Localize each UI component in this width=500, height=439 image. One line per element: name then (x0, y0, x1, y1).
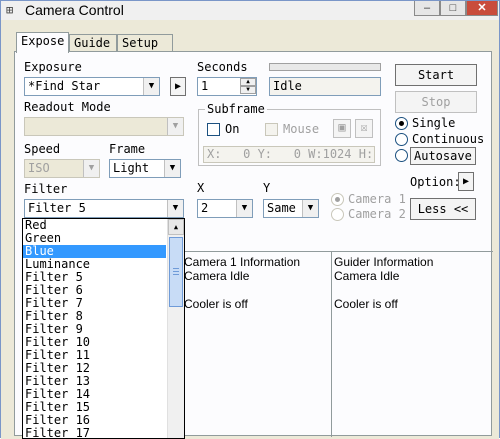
info-divider-right (331, 251, 332, 437)
subframe-select-icon[interactable]: ▣ (333, 119, 351, 138)
seconds-value: 1 (201, 79, 209, 93)
app-icon: ⊞ (6, 3, 14, 17)
autosave-radio[interactable] (395, 149, 408, 162)
chevron-down-icon: ▼ (164, 160, 180, 177)
filter-options: Red Green Blue Luminance Filter 5 Filter 6 Fil… (23, 219, 184, 439)
subframe-mouse-label: Mouse (283, 122, 320, 136)
chevron-down-icon: ▼ (236, 200, 252, 217)
readout-mode-label: Readout Mode (24, 100, 111, 114)
close-button[interactable]: ✕ (466, 1, 498, 16)
options-arrow-button[interactable]: ▶ (458, 172, 474, 191)
window-title: Camera Control (25, 2, 124, 18)
exposure-select[interactable]: *Find Star ▼ (24, 77, 160, 96)
filter-select[interactable]: Filter 5 ▼ (24, 199, 184, 218)
subframe-on-checkbox[interactable] (207, 123, 220, 136)
chevron-down-icon: ▼ (167, 200, 183, 217)
x-binning-select[interactable]: 2 ▼ (197, 199, 253, 218)
maximize-button[interactable]: □ (440, 1, 466, 16)
scroll-up-icon[interactable]: ▲ (168, 219, 184, 235)
status-text: Idle (273, 79, 302, 93)
exposure-value: *Find Star (28, 79, 101, 93)
stepper-up-icon[interactable]: ▲ (240, 78, 256, 86)
frame-select[interactable]: Light ▼ (109, 159, 181, 178)
y-binning-value: Same (267, 201, 296, 215)
camera2-label: Camera 2 (348, 207, 406, 221)
subframe-clear-icon[interactable]: ☒ (355, 119, 373, 138)
chevron-down-icon: ▼ (167, 118, 183, 135)
tab-setup[interactable]: Setup (117, 34, 173, 52)
continuous-radio[interactable] (395, 133, 408, 146)
readout-mode-select[interactable]: ▼ (24, 117, 184, 136)
stop-button[interactable]: Stop (395, 91, 477, 113)
single-radio[interactable] (395, 117, 408, 130)
camera1-radio[interactable] (331, 193, 344, 206)
minimize-button[interactable]: ‒ (414, 1, 440, 16)
x-label: X (197, 181, 205, 195)
status-field: Idle (269, 77, 381, 96)
chevron-down-icon: ▼ (143, 78, 159, 95)
guider-status: Camera Idle (334, 269, 400, 283)
exposure-label: Exposure (24, 60, 82, 74)
camera2-radio[interactable] (331, 208, 344, 221)
single-label: Single (412, 116, 456, 130)
title-bar[interactable]: ⊞ Camera Control ‒ □ ✕ (1, 1, 499, 20)
speed-label: Speed (24, 142, 61, 156)
subframe-coordinates: X: 0 Y: 0 W:1024 H: 75 (203, 146, 375, 163)
subframe-label: Subframe (205, 102, 267, 116)
dropdown-scrollbar[interactable]: ▲ (167, 219, 184, 438)
options-label: Option: (410, 175, 461, 189)
scroll-thumb[interactable] (169, 237, 183, 307)
camera1-cooler-status: Cooler is off (184, 297, 248, 311)
info-divider-top (181, 251, 493, 252)
filter-option[interactable]: Filter 17 (23, 427, 166, 439)
frame-label: Frame (109, 142, 146, 156)
tab-guide[interactable]: Guide (69, 34, 117, 52)
camera1-status: Camera Idle (184, 269, 250, 283)
less-button[interactable]: Less << (410, 198, 476, 220)
subframe-mouse-checkbox[interactable] (265, 123, 278, 136)
x-binning-value: 2 (201, 201, 209, 215)
camera1-label: Camera 1 (348, 192, 406, 206)
seconds-label: Seconds (197, 60, 248, 74)
autosave-button[interactable]: Autosave (410, 147, 476, 165)
continuous-label: Continuous (412, 132, 485, 146)
frame-value: Light (113, 161, 150, 175)
y-binning-select[interactable]: Same ▼ (263, 199, 319, 218)
camera-control-window: ⊞ Camera Control ‒ □ ✕ Expose Guide Setu… (0, 0, 500, 439)
chevron-down-icon: ▼ (83, 160, 99, 177)
exposure-run-button[interactable]: ▶ (170, 77, 186, 96)
exposure-progress-bar (269, 63, 381, 71)
subframe-on-label: On (225, 122, 240, 136)
start-button[interactable]: Start (395, 64, 477, 86)
guider-info-title: Guider Information (334, 255, 434, 269)
chevron-down-icon: ▼ (302, 200, 318, 217)
seconds-stepper[interactable]: ▲ ▼ (240, 78, 256, 95)
filter-dropdown-list[interactable]: Red Green Blue Luminance Filter 5 Filter 6 Fil… (22, 218, 185, 439)
speed-value: ISO (28, 161, 50, 175)
filter-value: Filter 5 (28, 201, 86, 215)
speed-select[interactable]: ISO ▼ (24, 159, 100, 178)
tab-expose[interactable]: Expose (16, 32, 69, 53)
y-label: Y (263, 181, 271, 195)
stepper-down-icon[interactable]: ▼ (240, 86, 256, 94)
filter-label: Filter (24, 182, 68, 196)
camera1-info-title: Camera 1 Information (184, 255, 301, 269)
guider-cooler-status: Cooler is off (334, 297, 398, 311)
